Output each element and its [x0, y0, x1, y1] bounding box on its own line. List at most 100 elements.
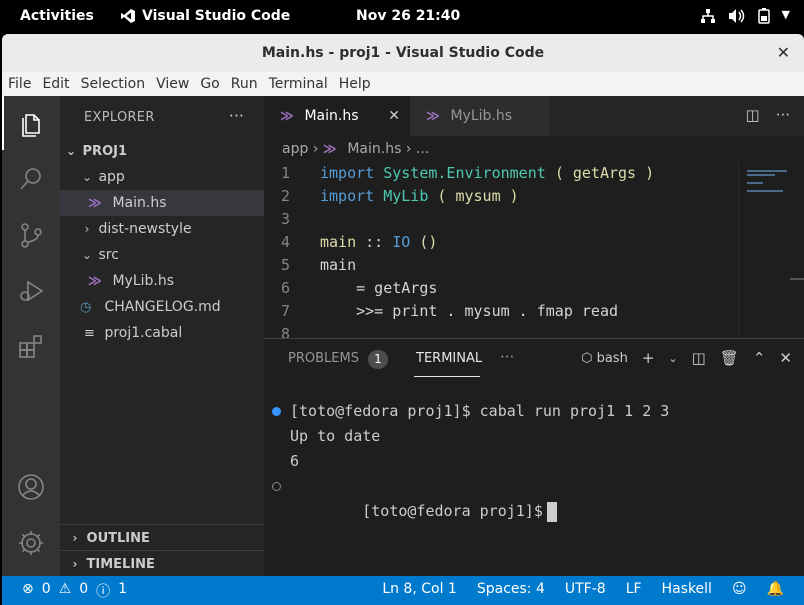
network-icon: [700, 9, 715, 23]
close-window-button[interactable]: ✕: [777, 34, 790, 72]
haskell-file-icon: ≫: [426, 109, 440, 124]
problems-count-badge: 1: [368, 350, 388, 369]
breadcrumb-file[interactable]: Main.hs: [347, 141, 401, 157]
tree-folder-app[interactable]: ⌄ app: [60, 164, 264, 190]
end-of-line[interactable]: LF: [626, 581, 642, 597]
code-token: ): [509, 187, 519, 205]
tab-mylib-hs[interactable]: ≫ MyLib.hs: [410, 96, 550, 136]
tree-file-main-hs[interactable]: ≫ Main.hs: [60, 190, 264, 216]
tree-root-proj1[interactable]: ⌄ PROJ1: [60, 138, 264, 164]
system-tray[interactable]: ▼: [700, 8, 790, 24]
chevron-right-icon: ›: [72, 531, 78, 545]
split-terminal-button[interactable]: ◫: [692, 349, 706, 367]
feedback-icon[interactable]: ☺: [732, 581, 747, 597]
code-line[interactable]: 5 main: [264, 254, 356, 277]
extensions-button[interactable]: [16, 332, 46, 362]
code-line[interactable]: 7 >>= print . mysum . fmap read: [264, 300, 618, 323]
explorer-button[interactable]: [16, 108, 46, 138]
code-line[interactable]: 6 = getArgs: [264, 277, 437, 300]
code-token: mysum: [455, 187, 501, 205]
code-editor[interactable]: 1 import System.Environment ( getArgs ) 2 i…: [264, 162, 738, 338]
menu-bar: File Edit Selection View Go Run Terminal…: [2, 72, 804, 96]
maximize-panel-button[interactable]: ⌃: [753, 349, 766, 367]
split-editor-button[interactable]: ◫: [746, 106, 760, 124]
new-terminal-button[interactable]: +: [642, 349, 655, 367]
search-button[interactable]: [16, 164, 46, 194]
tab-main-hs[interactable]: ≫ Main.hs ✕: [264, 96, 410, 136]
menu-view[interactable]: View: [156, 76, 189, 92]
active-indicator: [2, 96, 4, 150]
encoding[interactable]: UTF-8: [565, 581, 606, 597]
cursor-position[interactable]: Ln 8, Col 1: [382, 581, 457, 597]
explorer-more-button[interactable]: ···: [229, 106, 244, 125]
menu-edit[interactable]: Edit: [42, 76, 69, 92]
code-line[interactable]: 1 import System.Environment ( getArgs ): [264, 162, 654, 185]
breadcrumb-folder[interactable]: app: [282, 141, 308, 157]
menu-selection[interactable]: Selection: [81, 76, 146, 92]
menu-terminal[interactable]: Terminal: [269, 76, 328, 92]
menu-help[interactable]: Help: [339, 76, 371, 92]
terminal-cursor: [546, 501, 557, 522]
vscode-icon: [121, 9, 135, 23]
minimap-line: [747, 182, 763, 184]
close-panel-button[interactable]: ✕: [779, 349, 792, 367]
trash-icon[interactable]: 🗑: [720, 349, 739, 367]
tab-problems[interactable]: PROBLEMS: [288, 351, 359, 366]
code-line[interactable]: 8: [264, 323, 320, 338]
menu-run[interactable]: Run: [231, 76, 258, 92]
chevron-down-icon: ⌄: [81, 170, 93, 184]
tree-folder-dist-newstyle[interactable]: › dist-newstyle: [60, 216, 264, 242]
terminal-prompt: [toto@fedora proj1]$: [362, 502, 543, 520]
status-bar: ⊗ 0 ⚠ 0 ⓘ 1 Ln 8, Col 1 Spaces: 4 UTF-8 LF …: [2, 576, 804, 605]
manage-button[interactable]: [16, 528, 46, 558]
warning-count: 0: [79, 581, 89, 597]
bell-icon[interactable]: 🔔: [767, 581, 784, 597]
code-token: import: [320, 187, 375, 205]
editor-tabs: ≫ Main.hs ✕ ≫ MyLib.hs ◫ ···: [264, 96, 804, 136]
tree-file-changelog[interactable]: ◷ CHANGELOG.md: [60, 294, 264, 320]
tree-file-mylib-hs[interactable]: ≫ MyLib.hs: [60, 268, 264, 294]
panel-more-button[interactable]: ···: [500, 348, 514, 366]
minimap[interactable]: [738, 162, 804, 338]
outline-section[interactable]: › OUTLINE: [60, 524, 264, 550]
error-count: 0: [41, 581, 51, 597]
code-line[interactable]: 2 import MyLib ( mysum ): [264, 185, 519, 208]
menu-file[interactable]: File: [8, 76, 31, 92]
app-menu[interactable]: Visual Studio Code: [120, 8, 290, 24]
close-tab-button[interactable]: ✕: [388, 96, 400, 136]
timeline-section[interactable]: › TIMELINE: [60, 550, 264, 576]
code-token: MyLib: [383, 187, 429, 205]
activities-button[interactable]: Activities: [20, 8, 94, 24]
tree-folder-src[interactable]: ⌄ src: [60, 242, 264, 268]
clock[interactable]: Nov 26 21:40: [356, 8, 460, 24]
tab-terminal[interactable]: TERMINAL: [416, 351, 482, 366]
tree-item-label: Main.hs: [112, 195, 167, 211]
warning-icon: ⚠: [58, 581, 72, 597]
line-number: 5: [280, 256, 290, 274]
menu-go[interactable]: Go: [200, 76, 219, 92]
tree-item-label: CHANGELOG.md: [104, 299, 221, 315]
problems-status[interactable]: ⊗ 0 ⚠ 0 ⓘ 1: [22, 581, 127, 601]
code-line[interactable]: 4 main :: IO (): [264, 231, 437, 254]
run-debug-button[interactable]: [16, 276, 46, 306]
terminal-shell-selector[interactable]: ⬡ bash: [581, 351, 628, 366]
tree-file-cabal[interactable]: ≡ proj1.cabal: [60, 320, 264, 346]
code-line[interactable]: 3: [264, 208, 320, 231]
accounts-button[interactable]: [16, 472, 46, 502]
scrollbar-marker: [790, 278, 804, 280]
chevron-down-icon[interactable]: ⌄: [668, 352, 677, 365]
line-number: 8: [280, 325, 290, 338]
tree-item-label: app: [98, 169, 125, 185]
language-mode[interactable]: Haskell: [662, 581, 712, 597]
breadcrumb-more[interactable]: ...: [416, 141, 429, 157]
chevron-right-icon: ›: [312, 141, 323, 157]
chevron-right-icon: ›: [84, 222, 90, 236]
error-icon: ⊗: [22, 581, 34, 597]
code-token: import: [320, 164, 375, 182]
more-actions-button[interactable]: ···: [776, 106, 790, 124]
indentation[interactable]: Spaces: 4: [477, 581, 545, 597]
source-control-button[interactable]: [16, 220, 46, 250]
